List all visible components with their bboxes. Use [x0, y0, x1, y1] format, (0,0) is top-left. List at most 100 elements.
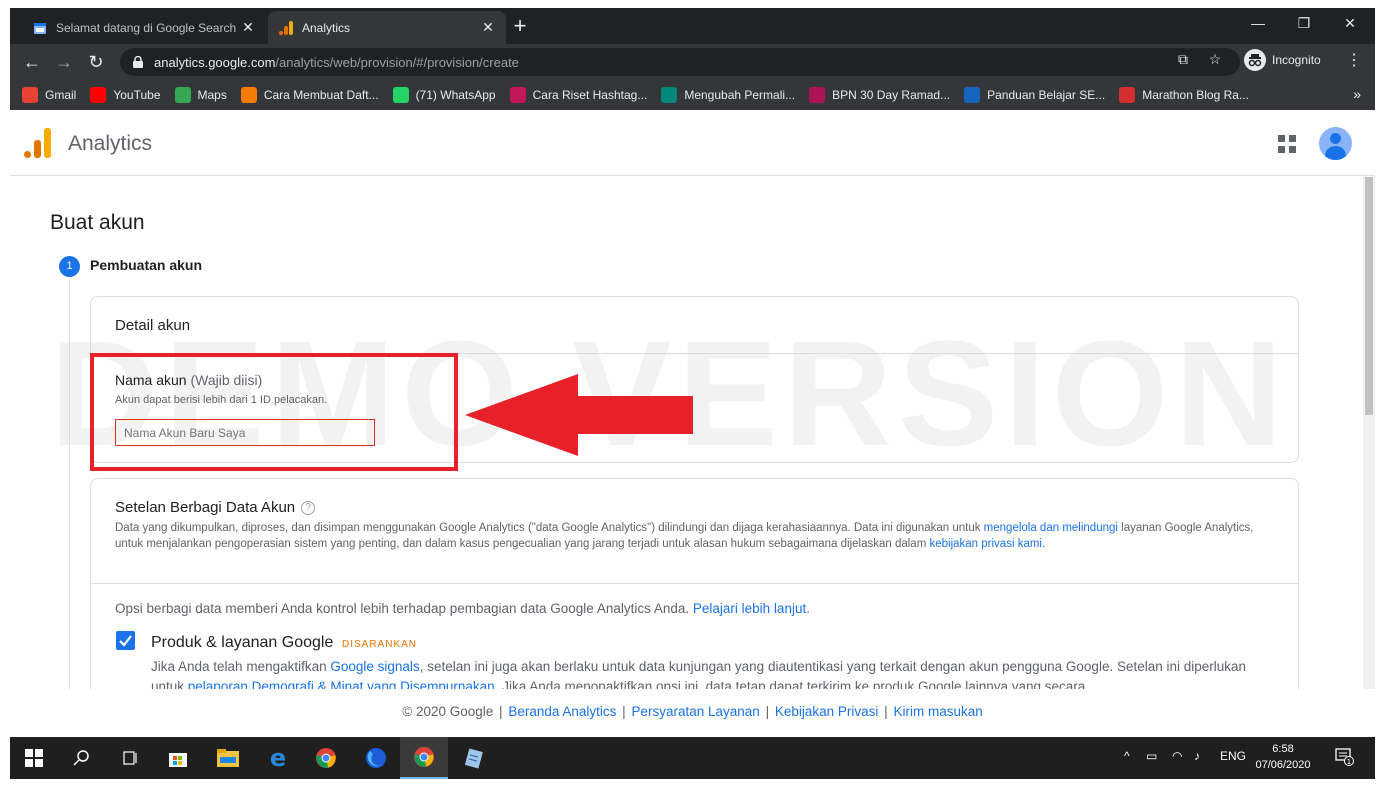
more-menu-icon[interactable]: ⋮ [1346, 50, 1362, 70]
bookmark-item[interactable]: Cara Membuat Daft... [240, 87, 379, 103]
chrome-active-icon[interactable] [400, 737, 448, 779]
file-explorer-icon[interactable] [204, 737, 252, 779]
close-icon[interactable]: ✕ [480, 19, 496, 36]
url-path: /analytics/web/provision/#/provision/cre… [275, 54, 519, 70]
data-sharing-description: Data yang dikumpulkan, diproses, dan dis… [115, 520, 1255, 552]
taskbar-clock[interactable]: 6:58 07/06/2020 [1250, 741, 1316, 773]
calendar-icon [32, 20, 48, 36]
privacy-policy-link[interactable]: kebijakan privasi kami [929, 538, 1042, 550]
browser-toolbar: ← → ↻ analytics.google.com/analytics/web… [10, 44, 1375, 80]
data-sharing-card: Setelan Berbagi Data Akun ? Data yang di… [90, 478, 1299, 689]
highlight-annotation-box [90, 353, 458, 471]
edge-icon[interactable]: e [254, 737, 302, 779]
windows-start-icon[interactable] [10, 737, 58, 779]
step-number: 1 [59, 256, 80, 277]
close-icon[interactable]: ✕ [240, 19, 256, 36]
desc-text: Jika Anda telah mengaktifkan [151, 659, 331, 674]
windows-taskbar: e ^ ▭ ◠ ♪ ENG 6:58 07/06/2020 1 [10, 737, 1375, 779]
bookmark-favicon-icon [809, 87, 826, 103]
reload-icon[interactable]: ↻ [84, 50, 108, 74]
store-icon[interactable] [154, 737, 202, 779]
bookmark-label: (71) WhatsApp [415, 88, 496, 102]
analytics-logo[interactable] [24, 128, 52, 158]
account-details-heading: Detail akun [115, 317, 191, 334]
notepad-icon[interactable] [450, 737, 498, 779]
clock-time: 6:58 [1272, 743, 1294, 755]
translate-icon[interactable]: ⧉ [1174, 50, 1192, 68]
help-icon[interactable]: ? [301, 500, 316, 515]
volume-icon[interactable]: ♪ [1194, 749, 1200, 763]
app-header: Analytics [10, 111, 1375, 176]
copyright-text: © 2020 Google [402, 704, 494, 719]
chevron-more-icon[interactable]: » [1353, 86, 1361, 102]
task-view-icon[interactable] [106, 737, 154, 779]
window-close-icon[interactable]: ✕ [1327, 8, 1373, 42]
step-label: Pembuatan akun [90, 257, 203, 273]
url-host: analytics.google.com [154, 54, 276, 70]
notification-count: 1 [1347, 758, 1351, 766]
scrollbar-thumb[interactable] [1365, 177, 1373, 415]
data-sharing-title: Setelan Berbagi Data Akun [115, 499, 296, 516]
new-tab-icon[interactable]: + [508, 14, 532, 38]
forward-arrow-icon[interactable]: → [52, 50, 76, 74]
tab-title: Analytics [302, 20, 351, 35]
footer-link-analytics-home[interactable]: Beranda Analytics [508, 704, 616, 719]
demographics-link[interactable]: pelaporan Demografi & Minat yang Disempu… [188, 679, 495, 689]
chevron-up-icon[interactable]: ^ [1124, 749, 1130, 763]
screen: Selamat datang di Google Search ✕ Analyt… [0, 0, 1383, 785]
tab-google-search[interactable]: Selamat datang di Google Search ✕ [22, 11, 266, 44]
incognito-icon [1244, 49, 1266, 71]
bookmark-item[interactable]: YouTube [90, 87, 161, 103]
bookmark-item[interactable]: Cara Riset Hashtag... [509, 87, 647, 103]
footer-link-privacy[interactable]: Kebijakan Privasi [775, 704, 879, 719]
desc-text: . Jika Anda menonaktifkan opsi ini, data… [494, 679, 1086, 689]
wifi-icon[interactable]: ◠ [1172, 749, 1182, 763]
bookmark-favicon-icon [22, 87, 38, 103]
battery-icon[interactable]: ▭ [1146, 749, 1157, 763]
step-line [69, 279, 70, 689]
star-icon[interactable]: ☆ [1206, 50, 1224, 68]
avatar[interactable] [1319, 127, 1352, 160]
footer-link-feedback[interactable]: Kirim masukan [893, 704, 982, 719]
bookmark-item[interactable]: Marathon Blog Ra... [1119, 87, 1249, 103]
app-title: Analytics [68, 132, 153, 155]
address-bar[interactable]: analytics.google.com/analytics/web/provi… [120, 48, 1240, 76]
bookmark-item[interactable]: Maps [174, 87, 227, 103]
incognito-profile[interactable]: Incognito [1244, 49, 1321, 71]
desc-text: . [1041, 538, 1046, 550]
firefox-icon[interactable] [352, 737, 400, 779]
learn-more-link[interactable]: Pelajari lebih lanjut [693, 601, 806, 616]
manage-protect-link[interactable]: mengelola dan melindungi [984, 522, 1118, 534]
bookmark-item[interactable]: BPN 30 Day Ramad... [809, 87, 950, 103]
search-icon[interactable] [58, 737, 106, 779]
apps-grid-icon[interactable] [1278, 135, 1296, 153]
lock-icon [132, 55, 144, 68]
bookmark-favicon-icon [964, 87, 981, 103]
bookmark-item[interactable]: Gmail [22, 87, 76, 103]
bookmark-item[interactable]: Mengubah Permali... [661, 87, 795, 103]
google-signals-link[interactable]: Google signals [330, 659, 419, 674]
restore-icon[interactable]: ❐ [1281, 8, 1327, 42]
desc-text: Data yang dikumpulkan, diproses, dan dis… [115, 522, 984, 534]
checkmark-icon [119, 635, 132, 647]
notification-icon[interactable]: 1 [1334, 746, 1354, 769]
back-arrow-icon[interactable]: ← [20, 50, 44, 74]
bookmark-favicon-icon [509, 87, 526, 103]
page-scrollbar[interactable] [1363, 177, 1375, 689]
bookmark-label: BPN 30 Day Ramad... [832, 88, 951, 102]
bookmark-item[interactable]: Panduan Belajar SE... [964, 87, 1105, 103]
google-products-description: Jika Anda telah mengaktifkan Google sign… [151, 657, 1251, 689]
tab-analytics[interactable]: Analytics ✕ [268, 11, 506, 44]
google-products-title: Produk & layanan Google [151, 634, 334, 651]
analytics-icon [278, 20, 294, 36]
google-products-checkbox[interactable] [116, 631, 135, 650]
language-indicator[interactable]: ENG [1220, 749, 1246, 763]
bookmark-label: Gmail [45, 88, 77, 102]
bookmark-favicon-icon [1119, 87, 1136, 103]
minimize-icon[interactable]: — [1235, 8, 1281, 42]
bookmark-item[interactable]: (71) WhatsApp [392, 87, 496, 103]
chrome-icon[interactable] [302, 737, 350, 779]
clock-date: 07/06/2020 [1255, 759, 1311, 771]
footer-link-terms[interactable]: Persyaratan Layanan [631, 704, 759, 719]
bookmark-favicon-icon [661, 87, 678, 103]
